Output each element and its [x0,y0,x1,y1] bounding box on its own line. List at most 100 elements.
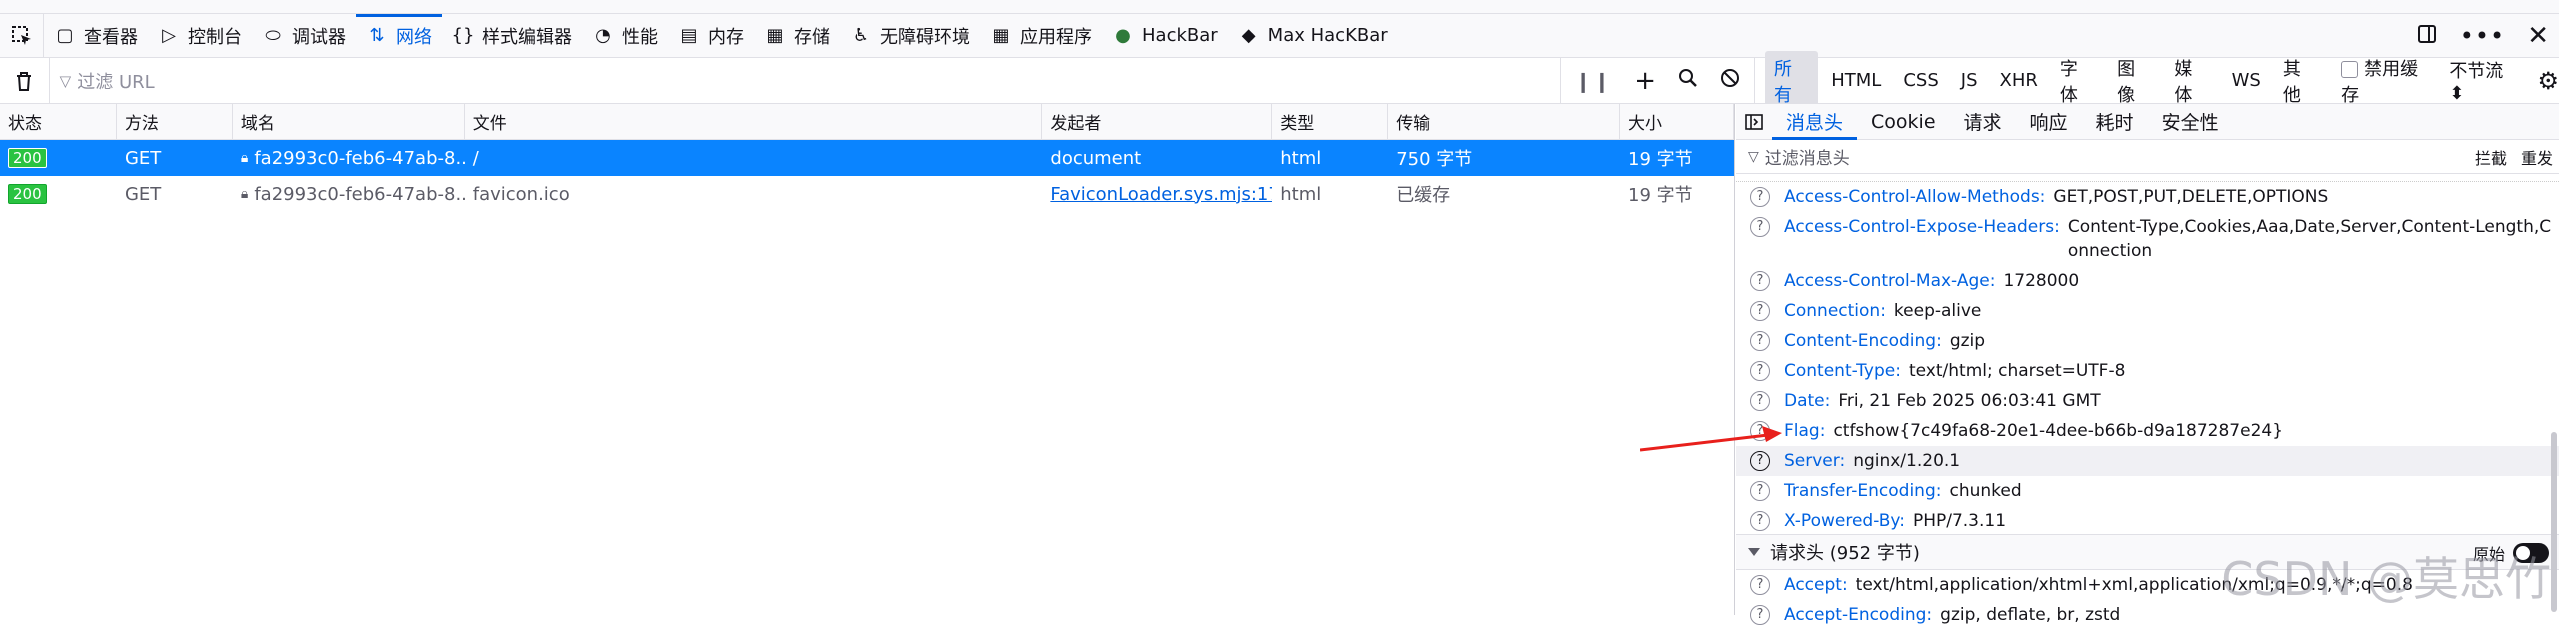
table-row[interactable]: 200GET🔒︎fa2993c0-feb6-47ab-8...favicon.i… [0,176,1734,212]
search-icon[interactable] [1678,68,1698,93]
column-header[interactable]: 域名 [233,104,465,139]
tab-label: Max HacKBar [1268,25,1388,46]
details-tabs: 消息头Cookie请求响应耗时安全性 [1736,104,2559,140]
details-tab-1[interactable]: Cookie [1857,104,1950,140]
tab-network[interactable]: ⇅网络 [356,14,442,58]
size-value: 19 字节 [1628,145,1693,171]
type-filter-2[interactable]: CSS [1894,66,1947,95]
help-icon[interactable]: ? [1750,391,1770,411]
cell-initiator: FaviconLoader.sys.mjs:17... [1042,184,1272,205]
initiator-value: document [1050,148,1141,169]
details-tab-2[interactable]: 请求 [1950,104,2016,140]
help-icon[interactable]: ? [1750,481,1770,501]
type-filter-0[interactable]: 所有 [1765,51,1818,111]
cell-method: GET [117,148,233,169]
help-icon[interactable]: ? [1750,271,1770,291]
column-header[interactable]: 大小 [1620,104,1734,139]
clear-requests-button[interactable] [0,58,50,104]
tab-max-hackbar[interactable]: ◆Max HacKBar [1228,14,1398,58]
type-filter-8[interactable]: WS [2223,66,2270,95]
settings-gear-icon[interactable]: ⚙ [2537,67,2559,95]
help-icon[interactable]: ? [1750,575,1770,595]
tab-label: 性能 [622,23,658,49]
tab-application[interactable]: ▦应用程序 [980,14,1102,58]
tab-hackbar[interactable]: ●HackBar [1102,14,1228,58]
help-icon[interactable]: ? [1750,605,1770,625]
tab-console[interactable]: ▷控制台 [148,14,252,58]
pause-icon[interactable]: ❙❙ [1575,69,1613,93]
details-tab-3[interactable]: 响应 [2016,104,2082,140]
watermark: CSDN @莫思竹 [2221,543,2551,609]
header-row[interactable]: ?Server:nginx/1.20.1 [1736,446,2559,476]
header-value: nginx/1.20.1 [1853,449,2413,473]
details-tab-5[interactable]: 安全性 [2148,104,2233,140]
lock-icon: 🔒︎ [241,186,248,202]
help-icon[interactable]: ? [1750,187,1770,207]
tab-debugger[interactable]: ⬭调试器 [252,14,356,58]
column-header[interactable]: 方法 [117,104,233,139]
toggle-sidebar-icon[interactable] [1736,104,1772,140]
column-header[interactable]: 状态 [0,104,117,139]
header-row[interactable]: ?Content-Encoding:gzip [1736,326,2559,356]
header-row[interactable]: ?Access-Control-Expose-Headers:Content-T… [1736,212,2559,266]
tab-label: 调试器 [292,23,346,49]
dock-toggle-icon[interactable] [2416,23,2438,50]
tab-accessibility[interactable]: ♿无障碍环境 [840,14,980,58]
tab-memory[interactable]: ▤内存 [668,14,754,58]
cell-type: html [1272,148,1388,169]
header-row[interactable]: ?Date:Fri, 21 Feb 2025 06:03:41 GMT [1736,386,2559,416]
column-header[interactable]: 传输 [1388,104,1620,139]
header-row[interactable]: ?Access-Control-Allow-Methods:GET,POST,P… [1736,182,2559,212]
help-icon[interactable]: ? [1750,331,1770,351]
url-filter-input[interactable]: ▽ 过滤 URL [50,68,1560,94]
type-filter-9[interactable]: 其他 [2274,51,2327,111]
help-icon[interactable]: ? [1750,217,1770,237]
tab-storage[interactable]: ▦存储 [754,14,840,58]
type-filter-5[interactable]: 字体 [2051,51,2104,111]
block-icon[interactable] [1720,68,1740,93]
throttle-select[interactable]: 不节流 ⬍ [2449,57,2523,104]
element-picker-button[interactable] [0,14,44,58]
column-header[interactable]: 文件 [465,104,1043,139]
type-filter-1[interactable]: HTML [1822,66,1890,95]
lock-icon: 🔒︎ [241,150,248,166]
more-options-icon[interactable]: ••• [2460,22,2505,50]
tab-style-editor[interactable]: {}样式编辑器 [442,14,582,58]
method-value: GET [125,184,161,205]
header-row[interactable]: ?Transfer-Encoding:chunked [1736,476,2559,506]
table-row[interactable]: 200GET🔒︎fa2993c0-feb6-47ab-8.../document… [0,140,1734,176]
resend-button[interactable]: 重发 [2521,145,2553,169]
type-filter-7[interactable]: 媒体 [2165,51,2218,111]
panel-scrollbar[interactable] [2551,432,2557,612]
details-tab-4[interactable]: 耗时 [2082,104,2148,140]
header-row[interactable]: ?Flag:ctfshow{7c49fa68-20e1-4dee-b66b-d9… [1736,416,2559,446]
close-icon[interactable]: ✕ [2527,21,2549,51]
filter-icon: ▽ [60,72,72,90]
header-filter-input[interactable]: ▽ 过滤消息头 拦截 重发 [1736,140,2559,174]
domain-value: fa2993c0-feb6-47ab-8... [254,184,464,205]
tab-inspector[interactable]: ▢查看器 [44,14,148,58]
header-row[interactable]: ?Access-Control-Max-Age:1728000 [1736,266,2559,296]
add-icon[interactable]: + [1634,66,1656,96]
details-tab-0[interactable]: 消息头 [1772,104,1857,140]
type-filter-6[interactable]: 图像 [2108,51,2161,111]
help-icon[interactable]: ? [1750,301,1770,321]
network-icon: ⇅ [366,25,388,47]
disable-cache-checkbox[interactable]: 禁用缓存 [2341,55,2435,107]
block-button[interactable]: 拦截 [2475,145,2507,169]
help-icon[interactable]: ? [1750,511,1770,531]
tab-label: 样式编辑器 [482,23,572,49]
tab-performance[interactable]: ◔性能 [582,14,668,58]
help-icon[interactable]: ? [1750,361,1770,381]
column-header[interactable]: 发起者 [1042,104,1272,139]
cell-status: 200 [0,184,117,204]
initiator-value[interactable]: FaviconLoader.sys.mjs:17... [1050,184,1272,205]
header-name: Content-Type: [1784,359,1901,383]
application-icon: ▦ [990,25,1012,47]
header-row[interactable]: ?Content-Type:text/html; charset=UTF-8 [1736,356,2559,386]
type-filter-4[interactable]: XHR [1991,66,2047,95]
header-row[interactable]: ?Connection:keep-alive [1736,296,2559,326]
type-filter-3[interactable]: JS [1952,66,1987,95]
header-row[interactable]: ?X-Powered-By:PHP/7.3.11 [1736,506,2559,534]
column-header[interactable]: 类型 [1272,104,1388,139]
